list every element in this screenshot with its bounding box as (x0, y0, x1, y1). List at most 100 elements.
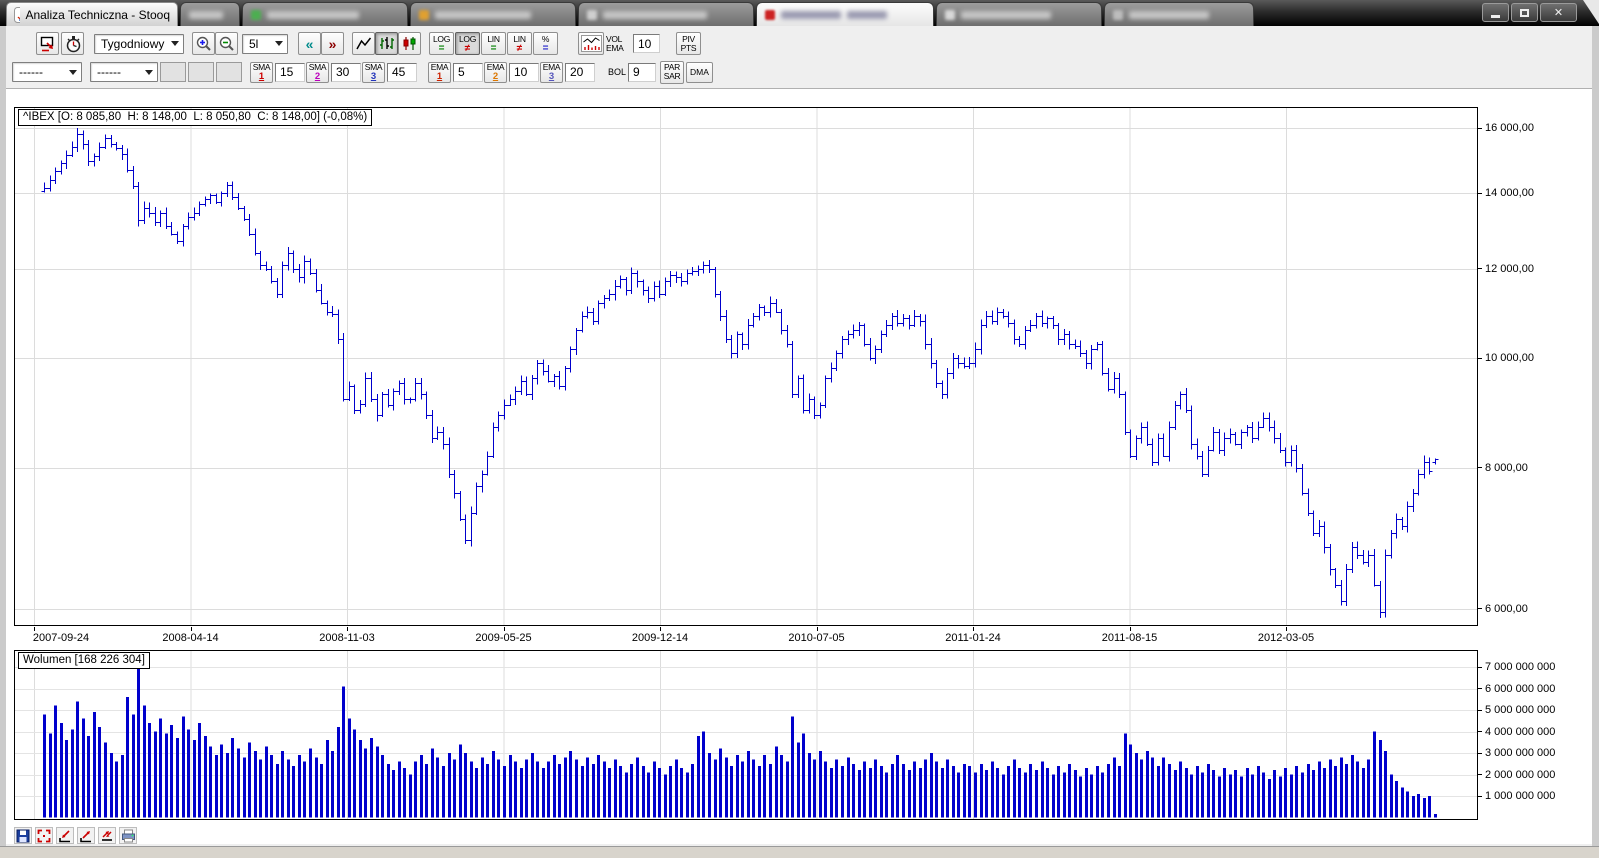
new-window-icon[interactable] (36, 32, 59, 55)
stopwatch-icon[interactable] (61, 32, 84, 55)
import-icon[interactable] (56, 827, 74, 844)
browser-tab-active[interactable] (756, 2, 934, 26)
candle-type-icon[interactable] (398, 32, 421, 55)
axis-tick-label: 7 000 000 000 (1477, 660, 1555, 674)
double-left-arrow-icon: « (305, 35, 314, 52)
indicator-ema2-button[interactable]: EMA 2 (484, 61, 507, 83)
browser-tab[interactable] (578, 2, 754, 26)
scale-button-lin-neq[interactable]: LIN ≠ (507, 32, 532, 55)
indicator-sma1-input[interactable] (275, 62, 305, 82)
maximize-icon[interactable] (1511, 3, 1538, 22)
x-axis-date-label: 2007-09-24 (32, 632, 90, 644)
scroll-forward-button[interactable]: » (321, 32, 344, 55)
line-type-icon[interactable] (352, 32, 375, 55)
scale-button-lin-eq[interactable]: LIN = (481, 32, 506, 55)
app-window-title[interactable]: Analiza Techniczna - Stooq (6, 2, 178, 26)
price-chart (15, 108, 1477, 625)
indicator-ema1-input[interactable] (453, 62, 483, 82)
dma-button[interactable]: DMA (686, 61, 713, 83)
axis-tick-label: 10 000,00 (1477, 351, 1534, 365)
print-icon[interactable] (119, 827, 137, 844)
zoom-in-icon[interactable] (192, 32, 215, 55)
line-chart-icon (355, 37, 371, 49)
range-value: 5l (249, 36, 259, 51)
x-axis-tick (1286, 627, 1287, 631)
vol-ema-input[interactable] (633, 34, 660, 53)
browser-tab[interactable] (180, 2, 240, 26)
status-strip (0, 846, 1599, 858)
volume-chart-panel[interactable] (14, 650, 1478, 820)
axis-tick-label: 5 000 000 000 (1477, 703, 1555, 717)
param-box-2[interactable] (188, 62, 214, 82)
combo2-value: ------ (97, 65, 121, 79)
browser-tab[interactable] (936, 2, 1102, 26)
parabolic-sar-button[interactable]: PAR SAR (660, 60, 684, 84)
axis-tick-label: 3 000 000 000 (1477, 746, 1555, 760)
titlebar: Analiza Techniczna - Stooq ✕ (0, 0, 1599, 26)
param-box-1[interactable] (160, 62, 186, 82)
x-axis-tick (816, 627, 818, 631)
indicator-ema3-input[interactable] (565, 62, 595, 82)
interval-select[interactable]: Tygodniowy (94, 33, 184, 54)
indicator-select-2[interactable]: ------ (90, 62, 158, 82)
x-axis-tick (34, 627, 35, 631)
bollinger-label: BOL (607, 67, 626, 77)
scroll-back-button[interactable]: « (298, 32, 321, 55)
minimize-icon[interactable] (1482, 3, 1509, 22)
bollinger-input[interactable] (628, 62, 656, 82)
x-axis-tick (973, 627, 974, 631)
x-axis-date-label: 2008-04-14 (162, 632, 219, 644)
indicator-sma2-input[interactable] (331, 62, 361, 82)
x-axis-tick (503, 627, 505, 631)
stopwatch-icon (66, 35, 80, 52)
scale-button-log-eq[interactable]: LOG = (429, 32, 454, 55)
x-axis-date-label: 2010-07-05 (788, 632, 845, 644)
x-axis-tick (347, 627, 348, 631)
volume-chart (15, 651, 1477, 819)
scale-button-log-neq[interactable]: LOG ≠ (455, 32, 480, 55)
x-axis-date-label: 2009-12-14 (631, 632, 689, 644)
param-box-3[interactable] (216, 62, 242, 82)
export-icon[interactable] (77, 827, 95, 844)
window-title: Analiza Techniczna - Stooq (25, 7, 170, 22)
volume-label: Wolumen [168 226 304] (18, 652, 150, 669)
ohlc-type-icon[interactable] (375, 32, 398, 55)
indicator-ema1-button[interactable]: EMA 1 (428, 61, 451, 83)
double-right-arrow-icon: » (328, 35, 337, 52)
scale-button-pct-eq[interactable]: % = (533, 32, 558, 55)
axis-tick-label: 6 000,00 (1477, 602, 1528, 616)
indicator-sma1-button[interactable]: SMA 1 (250, 61, 273, 83)
axis-tick-label: 14 000,00 (1477, 186, 1534, 200)
volume-style-icon[interactable] (578, 32, 604, 55)
pivot-points-button[interactable]: PIV PTS (676, 32, 701, 55)
indicator-sma3-button[interactable]: SMA 3 (362, 61, 385, 83)
main-toolbar: Tygodniowy 5l « » LOG = LOG ≠ LIN = LIN … (6, 29, 1592, 58)
zoom-out-icon[interactable] (215, 32, 238, 55)
save-icon[interactable] (14, 827, 32, 844)
chevron-down-icon (69, 69, 77, 75)
candlestick-icon (403, 36, 415, 50)
indicator-sma2-button[interactable]: SMA 2 (306, 61, 329, 83)
indicator-ema2-input[interactable] (509, 62, 539, 82)
axis-tick-label: 1 000 000 000 (1477, 789, 1555, 803)
close-icon[interactable]: ✕ (1540, 3, 1577, 22)
indicator-sma3-input[interactable] (387, 62, 417, 82)
browser-tab[interactable] (410, 2, 576, 26)
browser-tab[interactable] (242, 2, 408, 26)
range-select[interactable]: 5l (242, 33, 288, 54)
x-axis-tick (660, 627, 661, 631)
chevron-down-icon (145, 69, 153, 75)
new-window-icon (40, 36, 53, 51)
indicator-groups: SMA1 SMA2 SMA3 EMA1 EMA2 EMA3 (250, 61, 596, 83)
indicator-select-1[interactable]: ------ (12, 62, 82, 82)
x-axis-date-label: 2009-05-25 (475, 632, 532, 644)
vol-ema-label: VOL EMA (606, 33, 624, 53)
x-axis-date-label: 2011-01-24 (945, 632, 1001, 644)
browser-tab[interactable] (1104, 2, 1254, 26)
indicator-ema3-button[interactable]: EMA 3 (540, 61, 563, 83)
zoom-in-icon (196, 36, 211, 51)
price-chart-panel[interactable] (14, 107, 1478, 626)
zoom-out-icon (219, 36, 234, 51)
zoom-window-icon[interactable] (35, 827, 53, 844)
transfer-icon[interactable] (98, 827, 116, 844)
